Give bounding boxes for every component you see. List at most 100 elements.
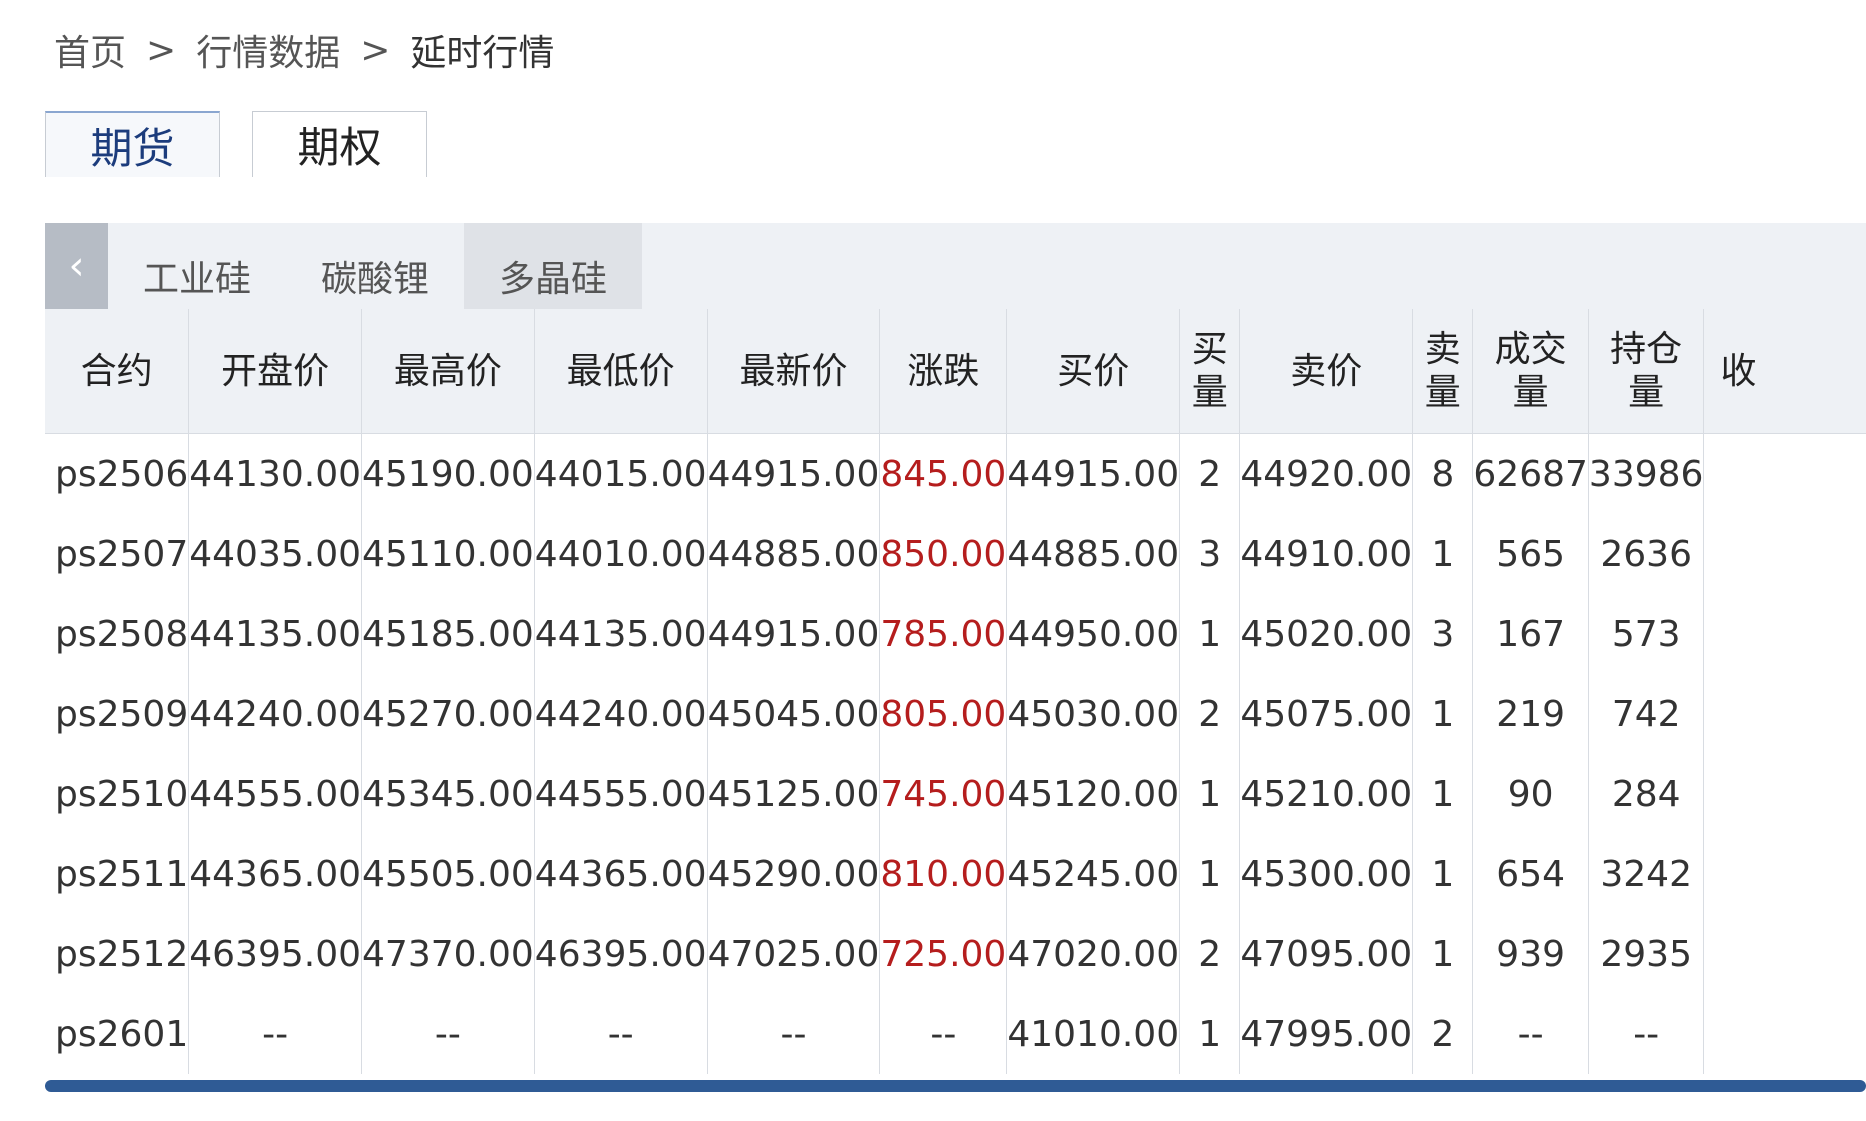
col-low-cell: -- — [534, 994, 708, 1074]
table-row[interactable]: ps2509 44240.00 45270.00 44240.00 45045.00 80… — [45, 674, 1866, 754]
tab-options[interactable]: 期权 — [252, 111, 427, 177]
col-ask-volume-cell: 1 — [1412, 834, 1474, 914]
col-open-cell: 44555.00 — [188, 754, 363, 834]
col-open-interest-cell: -- — [1588, 994, 1705, 1074]
col-volume-cell: 167 — [1472, 594, 1589, 674]
col-low-cell: 44240.00 — [534, 674, 708, 754]
col-close-header: 收 — [1703, 309, 1866, 434]
col-bid-header: 买价 — [1006, 309, 1181, 434]
col-bid-volume-cell: 1 — [1179, 994, 1241, 1074]
tab-futures[interactable]: 期货 — [45, 111, 220, 177]
col-ask-volume-cell: 1 — [1412, 754, 1474, 834]
col-change-cell: -- — [879, 994, 1008, 1074]
col-open-interest-cell: 573 — [1588, 594, 1705, 674]
breadcrumb-separator: > — [360, 29, 391, 71]
col-open-interest-header: 持仓 量 — [1588, 309, 1705, 434]
col-open-header: 开盘价 — [188, 309, 363, 434]
tab-lithium-carbonate[interactable]: 碳酸锂 — [286, 223, 464, 309]
col-change-cell: 850.00 — [879, 514, 1008, 594]
col-volume-cell: -- — [1472, 994, 1589, 1074]
col-bid-cell: 44950.00 — [1006, 594, 1181, 674]
col-open-interest-cell: 33986 — [1588, 433, 1705, 514]
scrollbar-track — [45, 1093, 1866, 1121]
col-ask-volume-cell: 1 — [1412, 674, 1474, 754]
col-close-cell — [1704, 994, 1866, 1074]
col-high-cell: 45110.00 — [361, 514, 535, 594]
col-close-cell — [1704, 754, 1866, 834]
col-high-cell: 45190.00 — [361, 433, 535, 514]
col-last-cell: 44885.00 — [707, 514, 881, 594]
col-volume-cell: 654 — [1472, 834, 1589, 914]
col-open-cell: 46395.00 — [188, 914, 363, 994]
col-ask-volume-cell: 2 — [1412, 994, 1474, 1074]
col-open-cell: 44130.00 — [188, 433, 363, 514]
table-row[interactable]: ps2601 -- -- -- -- -- 41010.00 1 47995.00 2 -- -- — [45, 994, 1866, 1074]
col-bid-volume-cell: 3 — [1179, 514, 1241, 594]
horizontal-scrollbar[interactable] — [45, 1080, 1866, 1092]
breadcrumb: 首页 > 行情数据 > 延时行情 — [54, 24, 554, 76]
back-button[interactable]: ‹ — [45, 223, 108, 309]
col-last-cell: 45045.00 — [707, 674, 881, 754]
col-low-cell: 46395.00 — [534, 914, 708, 994]
table-row[interactable]: ps2506 44130.00 45190.00 44015.00 44915.00 84… — [45, 433, 1866, 514]
table-row[interactable]: ps2512 46395.00 47370.00 46395.00 47025.00 72… — [45, 914, 1866, 994]
tab-polysilicon[interactable]: 多晶硅 — [464, 223, 643, 309]
breadcrumb-market-data[interactable]: 行情数据 — [196, 24, 340, 76]
col-contract-cell: ps2601 — [45, 994, 190, 1074]
table-row[interactable]: ps2510 44555.00 45345.00 44555.00 45125.00 74… — [45, 754, 1866, 834]
table-row[interactable]: ps2507 44035.00 45110.00 44010.00 44885.00 85… — [45, 514, 1866, 594]
col-last-cell: 44915.00 — [707, 433, 881, 514]
col-high-cell: 45345.00 — [361, 754, 535, 834]
col-low-cell: 44555.00 — [534, 754, 708, 834]
col-contract-cell: ps2508 — [45, 594, 190, 674]
col-volume-header: 成交 量 — [1472, 309, 1589, 434]
col-change-cell: 725.00 — [879, 914, 1008, 994]
tab-industrial-silicon[interactable]: 工业硅 — [108, 223, 286, 309]
col-change-header: 涨跌 — [879, 309, 1008, 434]
col-last-cell: 45290.00 — [707, 834, 881, 914]
col-low-cell: 44365.00 — [534, 834, 708, 914]
col-open-cell: 44240.00 — [188, 674, 363, 754]
col-ask-volume-cell: 1 — [1412, 914, 1474, 994]
col-change-cell: 785.00 — [879, 594, 1008, 674]
col-ask-cell: 44920.00 — [1239, 433, 1414, 514]
breadcrumb-current: 延时行情 — [410, 33, 555, 74]
col-change-cell: 845.00 — [879, 433, 1008, 514]
col-open-interest-cell: 742 — [1588, 674, 1705, 754]
col-ask-cell: 45300.00 — [1239, 834, 1414, 914]
col-low-cell: 44135.00 — [534, 594, 708, 674]
col-low-header: 最低价 — [534, 309, 708, 434]
col-bid-volume-cell: 2 — [1179, 914, 1241, 994]
col-low-cell: 44010.00 — [534, 514, 708, 594]
table-header-row: 合约 开盘价 最高价 最低价 最新价 涨跌 买价 买量 卖价 卖量 成交 量持仓 量收 — [45, 309, 1866, 434]
col-bid-volume-cell: 2 — [1179, 674, 1241, 754]
col-volume-cell: 939 — [1472, 914, 1589, 994]
table-row[interactable]: ps2508 44135.00 45185.00 44135.00 44915.00 78… — [45, 594, 1866, 674]
col-close-cell — [1704, 914, 1866, 994]
col-bid-cell: 47020.00 — [1006, 914, 1181, 994]
col-ask-cell: 47095.00 — [1239, 914, 1414, 994]
col-contract-cell: ps2510 — [45, 754, 190, 834]
col-open-cell: 44035.00 — [188, 514, 363, 594]
col-ask-cell: 45075.00 — [1239, 674, 1414, 754]
breadcrumb-home[interactable]: 首页 — [54, 24, 126, 76]
col-bid-volume-cell: 1 — [1179, 594, 1241, 674]
col-ask-header: 卖价 — [1239, 309, 1414, 434]
col-last-cell: 45125.00 — [707, 754, 881, 834]
col-volume-cell: 62687 — [1472, 433, 1589, 514]
col-change-cell: 805.00 — [879, 674, 1008, 754]
col-bid-cell: 45030.00 — [1006, 674, 1181, 754]
quote-table: 合约 开盘价 最高价 最低价 最新价 涨跌 买价 买量 卖价 卖量 成交 量持仓 量收 ps2506… — [45, 309, 1866, 1074]
table-row[interactable]: ps2511 44365.00 45505.00 44365.00 45290.00 81… — [45, 834, 1866, 914]
col-high-header: 最高价 — [361, 309, 535, 434]
col-contract-cell: ps2507 — [45, 514, 190, 594]
col-change-cell: 745.00 — [879, 754, 1008, 834]
col-bid-volume-cell: 1 — [1179, 834, 1241, 914]
col-high-cell: 45185.00 — [361, 594, 535, 674]
col-close-cell — [1704, 514, 1866, 594]
col-bid-cell: 44885.00 — [1006, 514, 1181, 594]
col-open-cell: -- — [188, 994, 363, 1074]
col-bid-cell: 45120.00 — [1006, 754, 1181, 834]
col-open-interest-cell: 2636 — [1588, 514, 1705, 594]
col-change-cell: 810.00 — [879, 834, 1008, 914]
